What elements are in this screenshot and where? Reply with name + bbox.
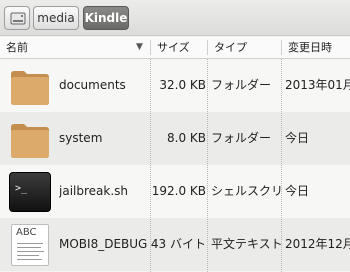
file-row-jailbreak[interactable]: >_ jailbreak.sh 192.0 KB シェルスクリプ 今日 — [0, 165, 350, 218]
folder-icon — [9, 65, 51, 107]
file-name: jailbreak.sh — [59, 184, 128, 198]
column-type-header[interactable]: タイプ — [208, 37, 281, 58]
path-button-media[interactable]: media — [33, 6, 79, 30]
file-size: 32.0 KB — [159, 78, 206, 92]
file-type: 平文テキスト — [211, 237, 281, 251]
column-name-header[interactable]: 名前 — [0, 37, 150, 58]
file-name: MOBI8_DEBUG — [59, 237, 148, 251]
column-date-label: 変更日時 — [288, 41, 332, 54]
file-size: 43 バイト — [150, 237, 206, 251]
sort-down-icon: ▼ — [136, 42, 143, 52]
file-type: シェルスクリプ — [211, 184, 281, 198]
column-date-header[interactable]: 変更日時 — [282, 37, 350, 58]
path-bar: media Kindle — [0, 0, 350, 36]
file-row-documents[interactable]: documents 32.0 KB フォルダー 2013年01月 — [0, 59, 350, 112]
terminal-prompt-glyph: >_ — [15, 183, 28, 194]
column-size-label: サイズ — [157, 41, 190, 54]
file-name: documents — [59, 78, 126, 92]
column-name-label: 名前 — [6, 41, 28, 54]
drive-button[interactable] — [4, 6, 30, 30]
file-row-mobi8-debug[interactable]: ABC MOBI8_DEBUG 43 バイト 平文テキスト 2012年12月( — [0, 218, 350, 271]
column-separator — [281, 59, 282, 272]
file-date: 今日 — [285, 131, 310, 145]
file-date: 2013年01月 — [285, 78, 350, 92]
file-row-system[interactable]: system 8.0 KB フォルダー 今日 — [0, 112, 350, 165]
file-type: フォルダー — [211, 131, 272, 145]
text-document-icon: ABC — [9, 224, 51, 266]
file-type: フォルダー — [211, 78, 272, 92]
file-name: system — [59, 131, 103, 145]
column-separator — [207, 59, 208, 272]
terminal-icon: >_ — [9, 171, 51, 213]
path-button-kindle[interactable]: Kindle — [83, 6, 129, 30]
drive-icon — [10, 12, 26, 25]
file-size: 8.0 KB — [167, 131, 206, 145]
file-size: 192.0 KB — [151, 184, 206, 198]
column-size-header[interactable]: サイズ — [151, 37, 207, 58]
file-date: 2012年12月( — [285, 237, 350, 251]
file-date: 今日 — [285, 184, 310, 198]
column-separator — [150, 59, 151, 272]
folder-icon — [9, 118, 51, 160]
document-abc-glyph: ABC — [16, 227, 37, 238]
column-header: 名前 ▼ サイズ タイプ 変更日時 — [0, 37, 350, 59]
column-type-label: タイプ — [214, 41, 247, 54]
